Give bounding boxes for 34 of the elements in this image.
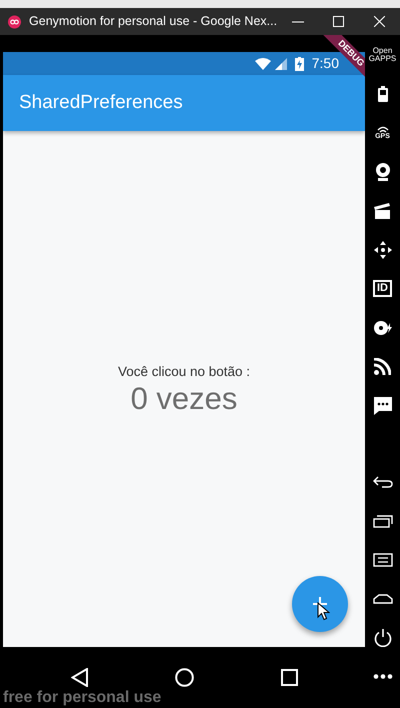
message-icon[interactable] <box>374 396 392 414</box>
app-bar-title: SharedPreferences <box>19 90 183 115</box>
home-icon[interactable] <box>372 594 392 604</box>
back-icon[interactable] <box>372 476 392 488</box>
wifi-icon <box>254 58 271 70</box>
back-icon[interactable] <box>70 668 88 687</box>
counter-label: Você clicou no botão : <box>118 362 250 381</box>
status-time: 7:50 <box>312 55 339 73</box>
recents-icon[interactable] <box>280 669 298 686</box>
add-button[interactable] <box>292 576 348 632</box>
wifi-icon[interactable] <box>376 126 388 132</box>
overlay-text: free for personal use <box>3 689 162 707</box>
maximize-icon <box>333 16 344 27</box>
open-gapps-label[interactable]: Open GAPPS <box>368 46 396 62</box>
mouse-cursor-icon <box>317 602 330 621</box>
rss-icon[interactable] <box>374 358 391 375</box>
clapperboard-icon[interactable] <box>374 202 391 218</box>
device-id-label[interactable]: ID <box>373 280 392 297</box>
battery-icon[interactable] <box>378 86 388 102</box>
home-icon[interactable] <box>174 668 194 687</box>
window-title: Genymotion for personal use - Google Nex... <box>29 13 278 30</box>
move-icon[interactable] <box>374 240 392 258</box>
battery-charging-icon <box>294 57 304 72</box>
menu-icon[interactable] <box>372 552 392 566</box>
app-logo-icon <box>8 14 22 28</box>
signal-icon <box>274 58 287 70</box>
recents-icon[interactable] <box>372 514 392 528</box>
webcam-icon[interactable] <box>374 162 390 180</box>
more-icon[interactable] <box>372 674 392 679</box>
close-icon <box>374 16 385 27</box>
disk-icon[interactable] <box>372 320 392 336</box>
power-icon[interactable] <box>374 628 392 646</box>
minimize-icon <box>292 20 304 22</box>
counter-value: 0 vezes <box>130 382 238 416</box>
